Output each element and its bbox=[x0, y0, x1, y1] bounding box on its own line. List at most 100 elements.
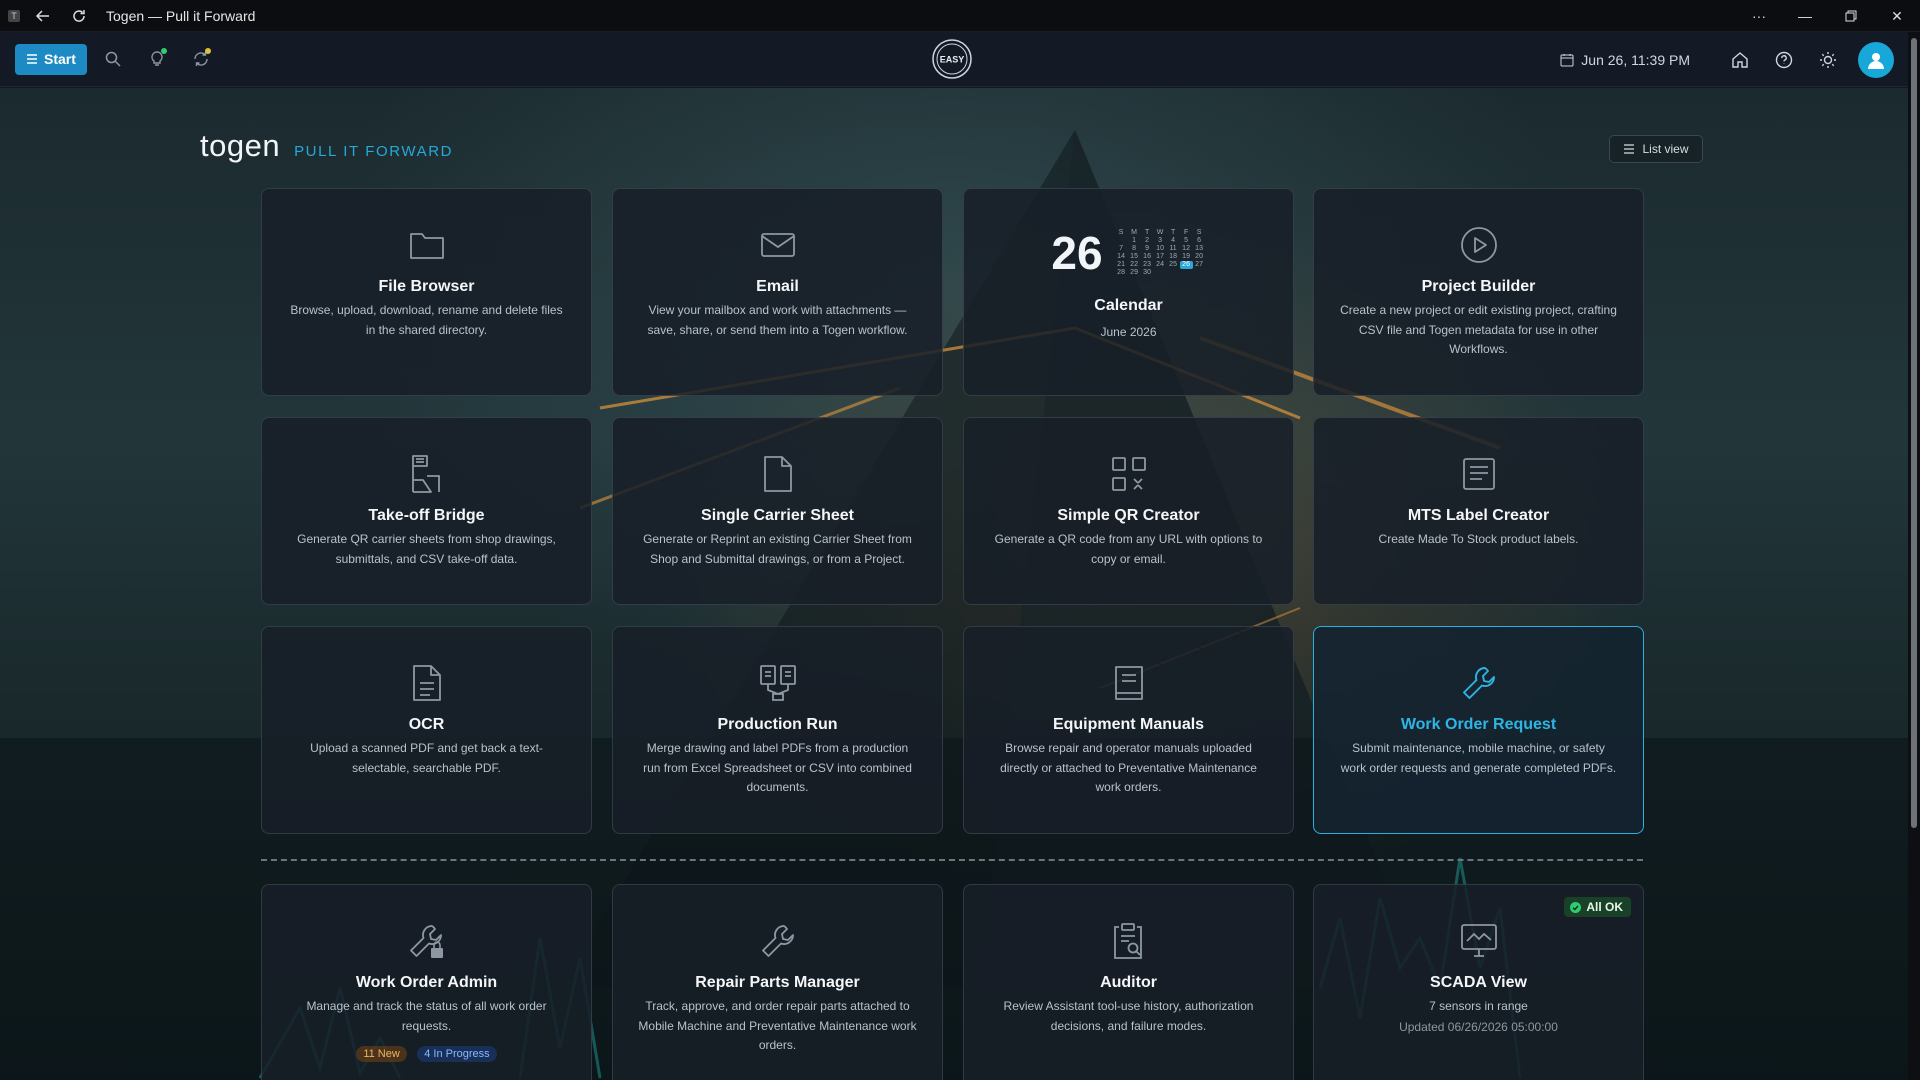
tile-title: MTS Label Creator bbox=[1407, 507, 1550, 524]
tile-ocr[interactable]: OCR Upload a scanned PDF and get back a … bbox=[261, 626, 592, 834]
mini-cal-day[interactable]: 17 bbox=[1154, 253, 1167, 261]
mini-cal-day[interactable]: 24 bbox=[1154, 261, 1167, 269]
mini-cal-day[interactable]: 4 bbox=[1167, 237, 1180, 245]
mini-cal-day bbox=[1193, 269, 1206, 277]
tile-email[interactable]: Email View your mailbox and work with at… bbox=[612, 188, 943, 396]
company-logo[interactable]: EASY bbox=[931, 38, 973, 80]
tile-take-off-bridge[interactable]: Take-off Bridge Generate QR carrier shee… bbox=[261, 417, 592, 605]
file-text-icon bbox=[412, 665, 441, 701]
mini-cal-day[interactable]: 6 bbox=[1193, 237, 1206, 245]
tile-title: Project Builder bbox=[1421, 278, 1536, 295]
tile-description: Browse, upload, download, rename and del… bbox=[290, 303, 563, 337]
mini-cal-day[interactable]: 14 bbox=[1115, 253, 1128, 261]
tile-scada-view[interactable]: All OK SCADA View 7 sensors in range Upd… bbox=[1313, 884, 1644, 1080]
home-icon bbox=[1732, 51, 1748, 68]
new-count-badge: 11 New bbox=[356, 1046, 407, 1062]
tile-simple-qr-creator[interactable]: Simple QR Creator Generate a QR code fro… bbox=[963, 417, 1294, 605]
mini-cal-day[interactable]: 10 bbox=[1154, 245, 1167, 253]
mini-cal-day[interactable]: 26 bbox=[1179, 261, 1193, 269]
search-button[interactable] bbox=[99, 45, 127, 73]
mini-cal-day[interactable]: 12 bbox=[1180, 245, 1193, 253]
folder-icon bbox=[409, 233, 444, 259]
tile-description: Generate a QR code from any URL with opt… bbox=[994, 532, 1263, 566]
restore-button[interactable] bbox=[1828, 0, 1874, 32]
date-time-display[interactable]: Jun 26, 11:39 PM bbox=[1560, 52, 1690, 68]
list-view-button[interactable]: List view bbox=[1609, 135, 1703, 163]
mini-cal-day[interactable]: 18 bbox=[1167, 253, 1180, 261]
mini-cal-day[interactable]: 27 bbox=[1193, 261, 1206, 269]
mini-cal-day[interactable]: 9 bbox=[1141, 245, 1154, 253]
tile-title: Email bbox=[756, 278, 799, 295]
calendar-month-label: June 2026 bbox=[1100, 325, 1157, 339]
tile-calendar[interactable]: 26 S M T W T F S 1 2 3 4 5 6 7 8 9 10 11 12 13 14 15 16 17 18 19 2… bbox=[963, 188, 1294, 396]
back-button[interactable] bbox=[30, 3, 56, 29]
tile-single-carrier-sheet[interactable]: Single Carrier Sheet Generate or Reprint… bbox=[612, 417, 943, 605]
mini-cal-day[interactable]: 22 bbox=[1128, 261, 1141, 269]
tile-repair-parts-manager[interactable]: Repair Parts Manager Track, approve, and… bbox=[612, 884, 943, 1080]
mini-cal-day[interactable]: 15 bbox=[1128, 253, 1141, 261]
monitor-chart-icon bbox=[1460, 924, 1497, 957]
user-icon bbox=[1868, 52, 1884, 69]
tile-description: Review Assistant tool-use history, autho… bbox=[1003, 999, 1254, 1033]
minimize-button[interactable]: — bbox=[1782, 0, 1828, 32]
tile-title: Single Carrier Sheet bbox=[701, 507, 854, 524]
mini-cal-day[interactable]: 11 bbox=[1167, 245, 1180, 253]
mini-cal-day[interactable]: 19 bbox=[1180, 253, 1193, 261]
tile-equipment-manuals[interactable]: Equipment Manuals Browse repair and oper… bbox=[963, 626, 1294, 834]
window-title: Togen — Pull it Forward bbox=[106, 7, 256, 24]
mini-cal-day[interactable]: 2 bbox=[1141, 237, 1154, 245]
mini-cal-day[interactable]: 29 bbox=[1128, 269, 1141, 277]
home-button[interactable] bbox=[1726, 46, 1754, 74]
user-avatar[interactable] bbox=[1858, 41, 1894, 78]
brand-heading: togen PULL IT FORWARD bbox=[200, 128, 453, 164]
window-titlebar: T Togen — Pull it Forward ··· — ✕ bbox=[0, 0, 1920, 32]
work-order-badges: 11 New 4 In Progress bbox=[286, 1044, 567, 1062]
sync-button[interactable] bbox=[187, 45, 215, 73]
reload-button[interactable] bbox=[66, 3, 92, 29]
tile-title: OCR bbox=[408, 716, 445, 733]
tile-production-run[interactable]: Production Run Merge drawing and label P… bbox=[612, 626, 943, 834]
mini-cal-day[interactable]: 28 bbox=[1115, 269, 1128, 277]
app-icon: T bbox=[8, 9, 20, 22]
play-circle-icon bbox=[1460, 227, 1497, 263]
tile-auditor[interactable]: Auditor Review Assistant tool-use histor… bbox=[963, 884, 1294, 1080]
tile-file-browser[interactable]: File Browser Browse, upload, download, r… bbox=[261, 188, 592, 396]
mini-cal-day bbox=[1180, 269, 1193, 277]
scrollbar-thumb[interactable] bbox=[1911, 38, 1917, 828]
mini-cal-day[interactable]: 1 bbox=[1128, 237, 1141, 245]
mini-cal-day[interactable]: 21 bbox=[1115, 261, 1128, 269]
tile-description: Submit maintenance, mobile machine, or s… bbox=[1340, 741, 1617, 775]
tile-title: Work Order Admin bbox=[355, 974, 498, 991]
tile-work-order-request[interactable]: Work Order Request Submit maintenance, m… bbox=[1313, 626, 1644, 834]
file-icon bbox=[763, 456, 792, 492]
theme-toggle-button[interactable] bbox=[1814, 46, 1842, 74]
help-button[interactable] bbox=[1770, 46, 1798, 74]
tile-mts-label-creator[interactable]: MTS Label Creator Create Made To Stock p… bbox=[1313, 417, 1644, 605]
mini-cal-day[interactable]: 16 bbox=[1141, 253, 1154, 261]
start-button[interactable]: Start bbox=[15, 43, 87, 75]
mini-cal-day[interactable]: 23 bbox=[1141, 261, 1154, 269]
mini-cal-day[interactable]: 13 bbox=[1193, 245, 1206, 253]
assistant-button[interactable] bbox=[143, 45, 171, 73]
tile-work-order-admin[interactable]: Work Order Admin Manage and track the st… bbox=[261, 884, 592, 1080]
page-scrollbar[interactable] bbox=[1908, 32, 1920, 1080]
tile-description: Generate or Reprint an existing Carrier … bbox=[643, 532, 912, 566]
tile-title: Equipment Manuals bbox=[1052, 716, 1205, 733]
mini-cal-weekday: T bbox=[1144, 229, 1150, 236]
book-icon bbox=[1114, 666, 1143, 700]
close-button[interactable]: ✕ bbox=[1874, 0, 1920, 32]
list-view-label: List view bbox=[1642, 142, 1689, 156]
mini-cal-day[interactable]: 5 bbox=[1180, 237, 1193, 245]
mini-cal-day[interactable]: 25 bbox=[1167, 261, 1180, 269]
brand-tagline: PULL IT FORWARD bbox=[294, 143, 454, 160]
mail-icon bbox=[760, 233, 795, 257]
mini-cal-day[interactable]: 3 bbox=[1154, 237, 1167, 245]
status-dot-yellow bbox=[204, 48, 211, 54]
mini-cal-day[interactable]: 30 bbox=[1141, 269, 1154, 277]
tile-title: Auditor bbox=[1100, 974, 1157, 991]
mini-cal-day[interactable]: 20 bbox=[1193, 253, 1206, 261]
tile-project-builder[interactable]: Project Builder Create a new project or … bbox=[1313, 188, 1644, 396]
more-options-button[interactable]: ··· bbox=[1736, 0, 1782, 32]
mini-cal-day[interactable]: 8 bbox=[1128, 245, 1141, 253]
mini-cal-day[interactable]: 7 bbox=[1115, 245, 1128, 253]
